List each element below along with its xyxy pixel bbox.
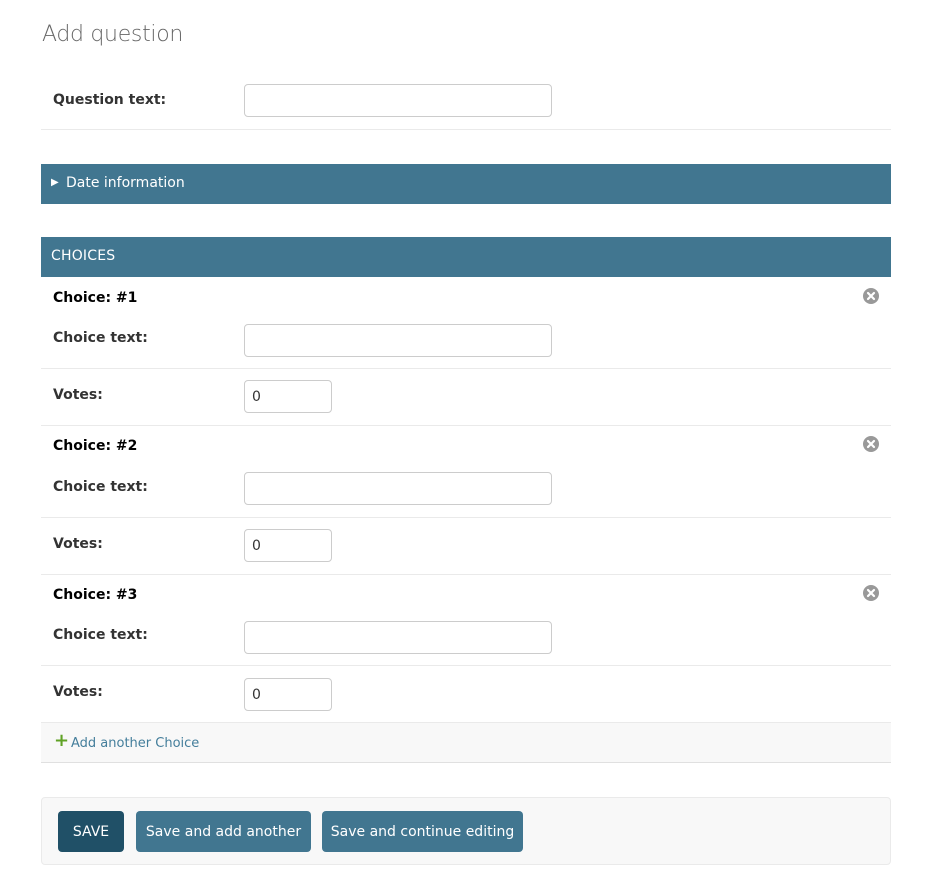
choice-text-row: Choice text:	[41, 463, 891, 518]
question-text-input[interactable]	[244, 84, 552, 117]
choice-text-input[interactable]	[244, 621, 552, 654]
question-text-label: Question text:	[53, 92, 167, 108]
choice-text-input[interactable]	[244, 324, 552, 357]
admin-page: Add question Question text: ▶ Date infor…	[0, 0, 930, 882]
delete-icon[interactable]	[863, 288, 879, 304]
choice-heading: Choice: #3	[53, 587, 138, 603]
question-text-row: Question text:	[41, 80, 891, 130]
date-information-label: Date information	[66, 175, 185, 191]
votes-label: Votes:	[53, 387, 103, 403]
date-information-toggle[interactable]: ▶ Date information	[41, 164, 891, 204]
expand-caret-icon: ▶	[51, 177, 59, 188]
votes-label: Votes:	[53, 536, 103, 552]
choice-heading: Choice: #1	[53, 290, 138, 306]
choice-text-label: Choice text:	[53, 479, 148, 495]
delete-icon[interactable]	[863, 436, 879, 452]
plus-icon[interactable]: +	[54, 732, 69, 750]
votes-input[interactable]	[244, 529, 332, 562]
page-title: Add question	[42, 22, 184, 47]
votes-label: Votes:	[53, 684, 103, 700]
submit-row: SAVE Save and add another Save and conti…	[41, 797, 891, 865]
delete-icon[interactable]	[863, 585, 879, 601]
choice-text-label: Choice text:	[53, 330, 148, 346]
choice-text-input[interactable]	[244, 472, 552, 505]
choices-header-label: CHOICES	[51, 248, 116, 264]
votes-row: Votes:	[41, 518, 891, 575]
save-and-continue-editing-button[interactable]: Save and continue editing	[322, 811, 523, 852]
votes-input[interactable]	[244, 380, 332, 413]
save-button[interactable]: SAVE	[58, 811, 124, 852]
choice-text-label: Choice text:	[53, 627, 148, 643]
choice-heading: Choice: #2	[53, 438, 138, 454]
votes-row: Votes:	[41, 369, 891, 426]
save-and-add-another-button[interactable]: Save and add another	[136, 811, 311, 852]
votes-input[interactable]	[244, 678, 332, 711]
choices-header: CHOICES	[41, 237, 891, 277]
choice-text-row: Choice text:	[41, 611, 891, 666]
votes-row: Votes:	[41, 666, 891, 722]
add-another-choice-link[interactable]: Add another Choice	[71, 736, 199, 751]
add-another-choice-row: + Add another Choice	[41, 722, 891, 763]
choice-text-row: Choice text:	[41, 314, 891, 369]
